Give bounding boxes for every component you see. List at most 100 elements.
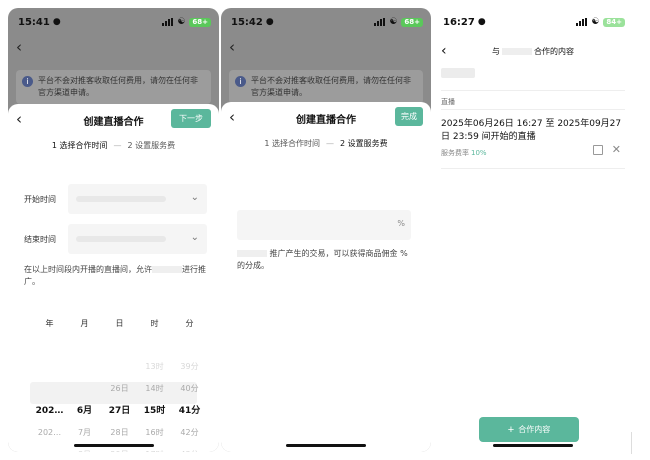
picker-option[interactable]: 16时 (137, 422, 172, 444)
done-button[interactable]: 完成 (395, 107, 423, 126)
picker-option[interactable] (32, 444, 67, 452)
person-icon: ● (265, 17, 274, 27)
divider (441, 90, 625, 91)
home-indicator (286, 444, 366, 447)
picker-option[interactable] (32, 378, 67, 400)
service-rate-line: 服务费率 10% (441, 148, 487, 158)
picker-column-minute[interactable]: 分 39分40分41分42分43分 (172, 314, 207, 452)
wifi-icon: ☯ (177, 17, 186, 27)
picker-option[interactable]: 14时 (137, 378, 172, 400)
battery-indicator: 68+ (401, 17, 423, 27)
picker-option[interactable] (67, 378, 102, 400)
picker-option[interactable]: 40分 (172, 378, 207, 400)
picker-option[interactable]: 28日 (102, 422, 137, 444)
picker-option[interactable]: 27日 (102, 400, 137, 422)
picker-option[interactable]: 13时 (137, 356, 172, 378)
picker-option[interactable] (137, 334, 172, 356)
page-header: ‹ 与 合作的内容 (433, 42, 633, 60)
add-cooperation-button[interactable]: + 合作内容 (479, 417, 579, 442)
sheet-title: 创建直播合作 (296, 114, 356, 126)
notice-banner: i 平台不会对推客收取任何费用，请勿在任何非官方渠道申请。 (229, 70, 423, 104)
picker-option[interactable] (67, 334, 102, 356)
redacted-name (152, 266, 182, 273)
start-time-row: 开始时间 ⌄ (24, 184, 207, 214)
picker-column-day[interactable]: 日26日27日28日29日 (102, 314, 137, 452)
sheet-back-icon[interactable]: ‹ (16, 110, 22, 128)
picker-option[interactable]: 15时 (137, 400, 172, 422)
status-bar: 15:41 ● ☯ 68+ (18, 14, 211, 30)
person-icon: ● (477, 17, 486, 27)
notice-text: 平台不会对推客收取任何费用，请勿在任何非官方渠道申请。 (251, 76, 411, 97)
cooperation-card-title: 2025年06月26日 16:27 至 2025年09月27日 23:59 间开… (441, 119, 622, 142)
sheet-header: ‹ 创建直播合作 完成 (221, 102, 431, 134)
battery-indicator: 84+ (603, 17, 625, 27)
picker-header-year: 年 (45, 319, 54, 328)
picker-option[interactable]: 26日 (102, 378, 137, 400)
redacted-value (76, 196, 166, 202)
picker-option[interactable]: 41分 (172, 400, 207, 422)
step-separator: — (326, 139, 334, 148)
picker-header-day: 日 (115, 319, 124, 328)
picker-option[interactable] (67, 356, 102, 378)
sheet-back-icon[interactable]: ‹ (229, 108, 235, 126)
picker-column-hour[interactable]: 时13时14时15时16时17时 (137, 314, 172, 452)
step-indicator: 1 选择合作时间 — 2 设置服务费 (221, 138, 431, 149)
picker-option[interactable] (32, 356, 67, 378)
picker-option[interactable] (172, 334, 207, 356)
service-rate-value: 10% (471, 149, 487, 157)
picker-option[interactable]: 42分 (172, 422, 207, 444)
picker-option[interactable]: 6月 (67, 400, 102, 422)
picker-option[interactable]: 39分 (172, 356, 207, 378)
end-time-select[interactable]: ⌄ (68, 224, 207, 254)
redacted-value (76, 236, 166, 242)
home-indicator (73, 444, 154, 447)
picker-option[interactable] (102, 334, 137, 356)
close-icon[interactable]: ✕ (612, 143, 621, 156)
back-arrow-icon[interactable]: ‹ (16, 38, 22, 56)
picker-option[interactable]: 7月 (67, 422, 102, 444)
status-time: 15:42 (231, 16, 263, 28)
section-label-live: 直播 (441, 98, 455, 106)
hint-text-start: 在以上时间段内开播的直播间，允许 (24, 265, 152, 274)
end-time-label: 结束时间 (24, 234, 56, 244)
picker-column-year[interactable]: 年 202… 202… (32, 314, 67, 452)
picker-header-minute: 分 (185, 319, 194, 328)
divider (441, 168, 625, 169)
picker-option[interactable] (102, 356, 137, 378)
datetime-picker[interactable]: 年202…202…月6月7月8月日26日27日28日29日时13时14时15时1… (8, 314, 219, 452)
picker-option[interactable]: 43分 (172, 444, 207, 452)
picker-column-month[interactable]: 月6月7月8月 (67, 314, 102, 452)
step-2-label: 2 设置服务费 (340, 139, 388, 148)
edit-icon[interactable] (593, 145, 603, 155)
sheet-title: 创建直播合作 (83, 116, 144, 128)
service-rate-input[interactable]: % (237, 210, 411, 240)
picker-option[interactable] (32, 334, 67, 356)
phone-screen-2: 15:42 ● ☯ 68+ ‹ i 平台不会对推客收取任何费用，请勿在任何非官方渠… (221, 8, 431, 452)
step-separator: — (113, 141, 122, 150)
picker-option[interactable]: 202… (32, 400, 67, 422)
chevron-down-icon: ⌄ (190, 232, 199, 243)
start-time-select[interactable]: ⌄ (68, 184, 207, 214)
back-arrow-icon[interactable]: ‹ (229, 38, 235, 56)
redacted-name (237, 250, 267, 257)
step-1-label: 1 选择合作时间 (51, 141, 108, 150)
battery-indicator: 68+ (189, 17, 211, 27)
status-bar: 15:42 ● ☯ 68+ (231, 14, 423, 30)
divider (441, 109, 625, 110)
chevron-down-icon: ⌄ (190, 192, 199, 203)
phone-screen-3: 16:27 ● ☯ 84+ ‹ 与 合作的内容 直播 2025年06月26日 16… (433, 8, 633, 452)
home-indicator (493, 444, 573, 447)
step-2-label: 2 设置服务费 (127, 141, 176, 150)
wifi-icon: ☯ (389, 17, 398, 27)
picker-header-hour: 时 (150, 319, 159, 328)
redacted-avatar (441, 68, 475, 78)
picker-option[interactable]: 202… (32, 422, 67, 444)
rate-hint: 推广产生的交易，可以获得商品佣金 %的分成。 (237, 248, 411, 272)
next-step-button[interactable]: 下一步 (171, 109, 211, 128)
start-time-label: 开始时间 (24, 194, 56, 204)
phone-screen-1: 15:41 ● ☯ 68+ ‹ i 平台不会对推客收取任何费用，请勿在任何非官方渠… (8, 8, 219, 452)
add-button-label: 合作内容 (518, 425, 551, 434)
notice-banner: i 平台不会对推客收取任何费用，请勿在任何非官方渠道申请。 (16, 70, 211, 104)
title-prefix: 与 (492, 46, 500, 56)
back-arrow-icon[interactable]: ‹ (441, 42, 447, 60)
